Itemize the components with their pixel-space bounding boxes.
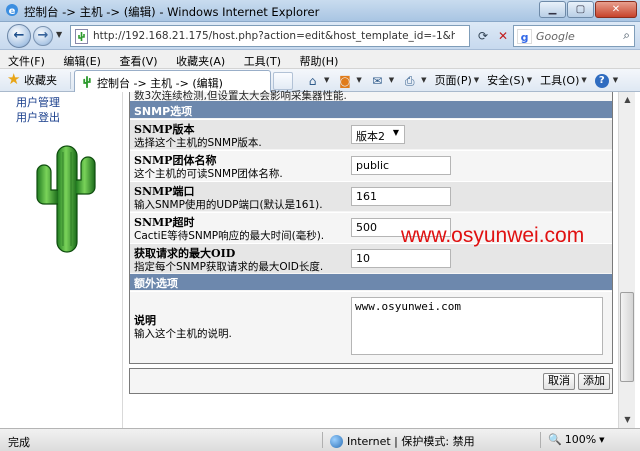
address-bar[interactable]: http://192.168.21.175/host.php?action=ed… (70, 25, 470, 47)
left-navigation: 用户管理 用户登出 (0, 92, 123, 428)
notes-row: 说明 输入这个主机的说明. www.osyunwei.com (130, 291, 612, 359)
mail-icon: ✉ (372, 73, 383, 88)
forward-button[interactable]: → (33, 26, 53, 46)
favorites-button[interactable]: ★ 收藏夹 (4, 70, 61, 89)
zoom-icon: 🔍 (548, 433, 562, 446)
page-menu-label: 页面(P) (434, 74, 472, 87)
menu-bar: 文件(F) 编辑(E) 查看(V) 收藏夹(A) 工具(T) 帮助(H) (0, 50, 640, 69)
stop-icon[interactable]: ✕ (494, 27, 512, 45)
toolbar-divider (70, 72, 71, 89)
max-oid-desc: 指定每个SNMP获取请求的最大OID长度. (134, 261, 324, 273)
max-oid-field[interactable]: 10 (351, 249, 451, 268)
notes-textarea[interactable]: www.osyunwei.com (351, 297, 603, 355)
page-content: 用户管理 用户登出 数3次连续检测,但设置太大会影响采集器性能. SNMP选项 … (0, 90, 640, 428)
snmp-port-row: SNMP端口 输入SNMP使用的UDP端口(默认是161). 161 (130, 181, 612, 211)
mail-button[interactable]: ✉ ▼ (370, 72, 394, 89)
chevron-down-icon: ▼ (392, 128, 399, 137)
cacti-logo (36, 145, 96, 253)
cacti-tab-icon (83, 76, 91, 88)
command-buttons: ⌂ ▼ ◙ ▼ ✉ ▼ ⎙ ▼ 页面(P) ▼ 安全(S) ▼ 工具(O) ▼ ? ▼ (305, 72, 626, 89)
history-dropdown-icon[interactable]: ▼ (56, 30, 62, 39)
tools-menu-label: 工具(O) (540, 74, 580, 87)
refresh-icon[interactable]: ⟳ (474, 27, 492, 45)
scroll-up-icon[interactable]: ▲ (619, 92, 636, 108)
menu-favorites[interactable]: 收藏夹(A) (168, 50, 232, 69)
address-actions: ⟳ ✕ (474, 27, 514, 45)
menu-file[interactable]: 文件(F) (0, 50, 52, 69)
home-icon: ⌂ (308, 73, 317, 88)
zoom-level: 100% (564, 433, 597, 446)
snmp-community-desc: 这个主机的可读SNMP团体名称. (134, 168, 283, 180)
google-icon: g (517, 29, 532, 44)
print-icon: ⎙ (404, 73, 415, 88)
cacti-page-icon (75, 29, 88, 44)
snmp-community-field[interactable]: public (351, 156, 451, 175)
menu-edit[interactable]: 编辑(E) (55, 50, 108, 69)
home-button[interactable]: ⌂ ▼ (305, 72, 330, 89)
url-text[interactable]: http://192.168.21.175/host.php?action=ed… (93, 30, 455, 42)
snmp-options-header: SNMP选项 (130, 101, 612, 118)
security-zone[interactable]: Internet | 保护模式: 禁用 (330, 433, 475, 449)
favorites-label: 收藏夹 (24, 74, 57, 87)
svg-text:e: e (9, 6, 16, 17)
address-row: ← → ▼ http://192.168.21.175/host.php?act… (0, 22, 640, 50)
scrollbar-thumb[interactable] (620, 292, 634, 382)
vertical-scrollbar[interactable]: ▲ ▼ (618, 92, 635, 428)
rss-icon: ◙ (339, 73, 351, 88)
page-menu[interactable]: 页面(P) ▼ (435, 72, 480, 89)
window-title: 控制台 -> 主机 -> (编辑) - Windows Internet Exp… (24, 5, 320, 19)
cancel-button[interactable]: 取消 (543, 373, 575, 390)
close-window-button[interactable]: ✕ (595, 1, 637, 18)
snmp-port-field[interactable]: 161 (351, 187, 451, 206)
snmp-version-select[interactable]: 版本2 ▼ (351, 125, 405, 144)
safety-menu-label: 安全(S) (487, 74, 525, 87)
snmp-port-desc: 输入SNMP使用的UDP端口(默认是161). (134, 199, 323, 211)
maximize-button[interactable]: ▢ (567, 1, 594, 18)
print-button[interactable]: ⎙ ▼ (402, 72, 427, 89)
status-text: 完成 (8, 436, 30, 449)
status-bar: 完成 Internet | 保护模式: 禁用 🔍 100% ▼ (0, 428, 640, 451)
tools-menu[interactable]: 工具(O) ▼ (540, 72, 587, 89)
title-bar: e 控制台 -> 主机 -> (编辑) - Windows Internet E… (0, 0, 640, 22)
snmp-community-row: SNMP团体名称 这个主机的可读SNMP团体名称. public (130, 150, 612, 180)
snmp-version-value: 版本2 (356, 130, 385, 143)
host-edit-form: 数3次连续检测,但设置太大会影响采集器性能. SNMP选项 SNMP版本 选择这… (129, 90, 613, 428)
globe-icon (330, 434, 343, 448)
extra-options-header: 额外选项 (130, 274, 612, 290)
notes-desc: 输入这个主机的说明. (134, 328, 232, 340)
status-divider (322, 432, 323, 448)
nav-logout[interactable]: 用户登出 (16, 109, 60, 125)
snmp-timeout-desc: CactiE等待SNMP响应的最大时间(毫秒). (134, 230, 325, 242)
search-icon[interactable]: ⌕ (623, 28, 630, 43)
ie-logo-icon: e (6, 4, 18, 17)
help-button[interactable]: ? ▼ (594, 72, 618, 89)
nav-user-management[interactable]: 用户管理 (16, 94, 60, 110)
zoom-control[interactable]: 🔍 100% ▼ (548, 433, 605, 446)
feeds-button[interactable]: ◙ ▼ (337, 72, 362, 89)
snmp-version-row: SNMP版本 选择这个主机的SNMP版本. 版本2 ▼ (130, 119, 612, 149)
safety-menu[interactable]: 安全(S) ▼ (487, 72, 532, 89)
add-button[interactable]: 添加 (578, 373, 610, 390)
help-icon: ? (594, 73, 609, 88)
snmp-version-desc: 选择这个主机的SNMP版本. (134, 137, 262, 149)
security-zone-text: Internet | 保护模式: 禁用 (347, 435, 475, 448)
chevron-down-icon: ▼ (599, 435, 605, 444)
minimize-button[interactable]: ▁ (539, 1, 566, 18)
form-actions: 取消 添加 (129, 368, 613, 394)
scroll-down-icon[interactable]: ▼ (619, 412, 636, 428)
watermark-text: www.osyunwei.com (401, 224, 585, 247)
status-divider (540, 432, 541, 448)
menu-view[interactable]: 查看(V) (111, 50, 164, 69)
favorites-star-icon: ★ (7, 70, 21, 88)
menu-help[interactable]: 帮助(H) (292, 50, 346, 69)
search-input[interactable]: Google (536, 30, 575, 43)
search-box[interactable]: g Google ⌕ (513, 25, 635, 47)
back-button[interactable]: ← (7, 24, 31, 48)
window-controls: ▁ ▢ ✕ (538, 1, 637, 18)
menu-tools[interactable]: 工具(T) (236, 50, 288, 69)
